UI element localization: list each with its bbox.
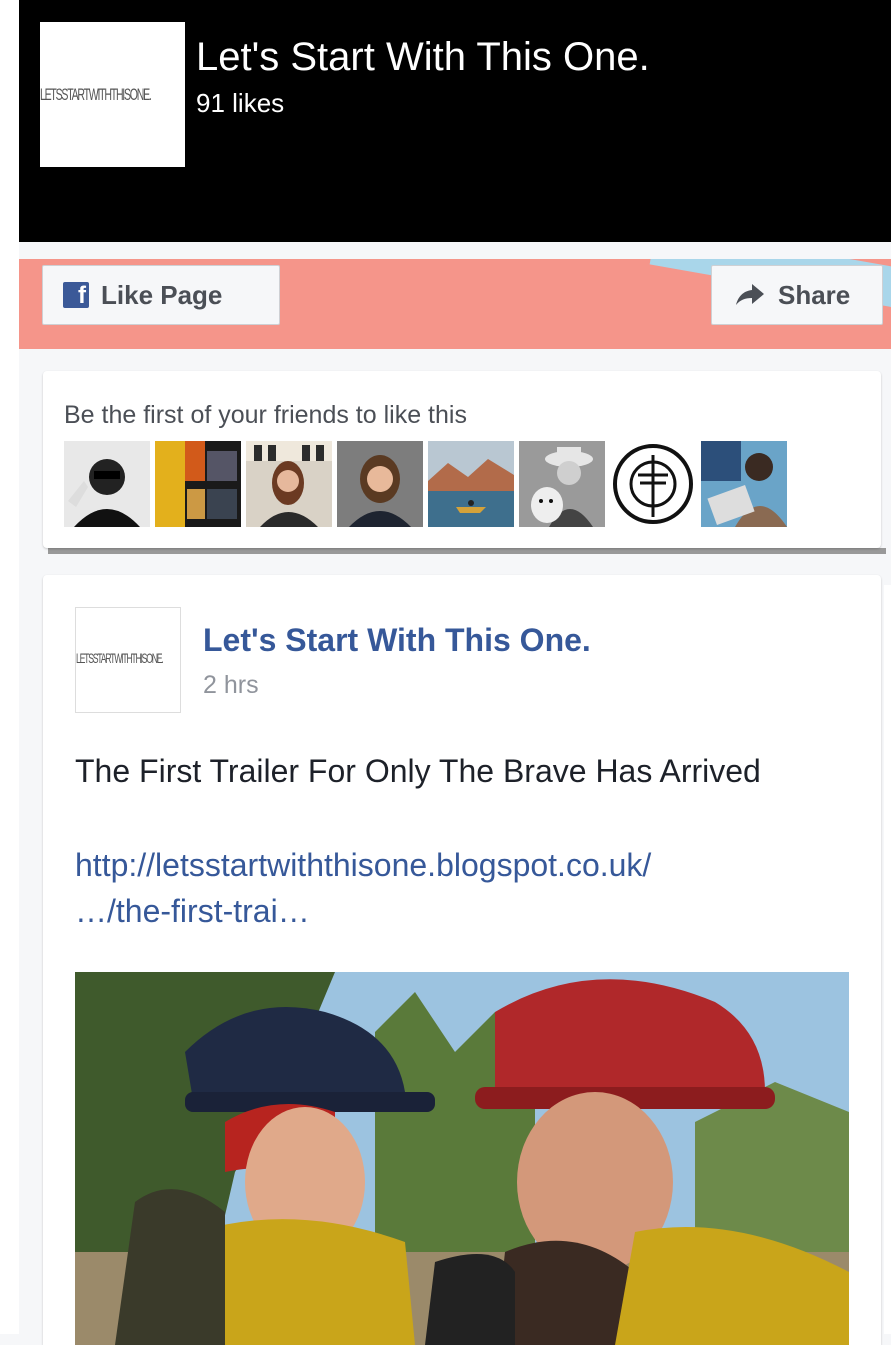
friend-avatar[interactable] <box>155 441 241 527</box>
share-label: Share <box>778 279 851 310</box>
page-logo[interactable]: LETSSTARTWITHTHISONE. <box>40 22 185 167</box>
facebook-icon: f <box>63 282 89 308</box>
post-card: LETSSTARTWITHTHISONE. Let's Start With T… <box>43 575 881 1345</box>
like-page-label: Like Page <box>101 279 223 310</box>
friends-card: Be the first of your friends to like thi… <box>43 371 881 548</box>
like-page-button[interactable]: f Like Page <box>42 265 280 325</box>
avatar-wordmark: LETSSTARTWITHTHISONE. <box>76 650 164 666</box>
post-link[interactable]: http://letsstartwiththisone.blogspot.co.… <box>75 842 795 934</box>
friend-avatar[interactable] <box>701 441 787 527</box>
friend-avatar[interactable] <box>64 441 150 527</box>
friend-avatar[interactable] <box>519 441 605 527</box>
post-link-line-1[interactable]: http://letsstartwiththisone.blogspot.co.… <box>75 842 795 888</box>
post-text: The First Trailer For Only The Brave Has… <box>75 753 761 789</box>
friend-avatar[interactable] <box>428 441 514 527</box>
post-link-line-2[interactable]: …/the-first-trai… <box>75 888 795 934</box>
friends-avatars <box>64 441 792 527</box>
post-image[interactable] <box>75 972 849 1345</box>
friend-avatar[interactable] <box>246 441 332 527</box>
page-title[interactable]: Let's Start With This One. <box>196 35 650 80</box>
left-margin <box>0 0 19 1334</box>
friend-avatar[interactable] <box>337 441 423 527</box>
likes-count: 91 likes <box>196 88 285 118</box>
scroll-edge <box>884 585 891 1334</box>
friend-avatar[interactable] <box>610 441 696 527</box>
post-author-name[interactable]: Let's Start With This One. <box>203 622 591 659</box>
share-arrow-icon <box>736 284 764 305</box>
logo-wordmark: LETSSTARTWITHTHISONE. <box>40 85 152 104</box>
page-header: LETSSTARTWITHTHISONE. Let's Start With T… <box>19 0 891 242</box>
post-author-avatar[interactable]: LETSSTARTWITHTHISONE. <box>75 607 181 713</box>
post-timestamp[interactable]: 2 hrs <box>203 671 259 700</box>
friends-prompt: Be the first of your friends to like thi… <box>64 401 467 429</box>
share-button[interactable]: Share <box>711 265 883 325</box>
card-shadow <box>48 548 886 554</box>
